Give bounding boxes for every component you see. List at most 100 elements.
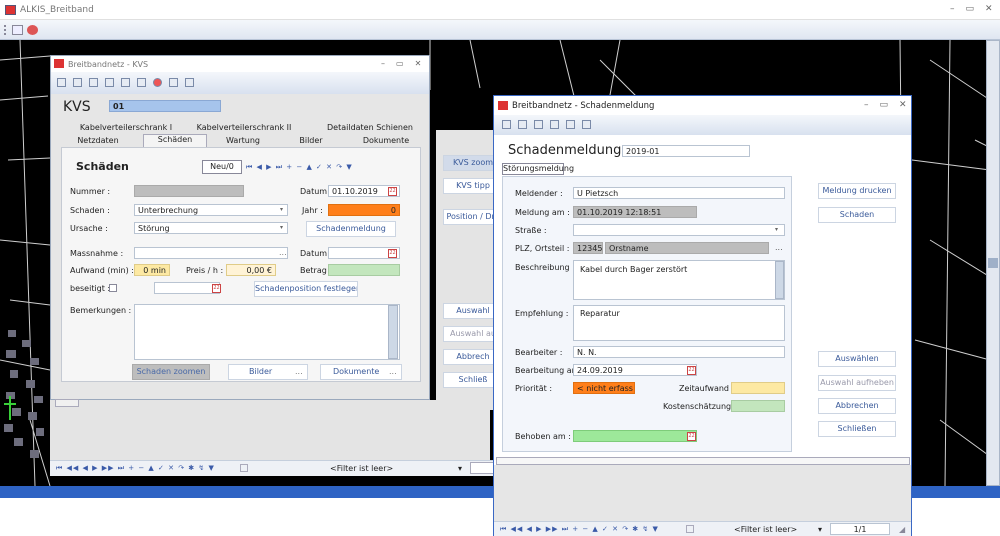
beschreibung-scrollbar[interactable] xyxy=(775,261,784,299)
maximize-icon[interactable]: ▭ xyxy=(396,59,404,68)
kosten-field[interactable] xyxy=(731,400,785,412)
plz-field[interactable]: 12345 xyxy=(573,242,603,254)
table-icon[interactable] xyxy=(12,25,23,35)
chevron-down-icon[interactable]: ▾ xyxy=(280,206,283,213)
bg-filter-dropdown-icon[interactable]: ▾ xyxy=(458,464,462,473)
print-icon[interactable] xyxy=(502,120,511,129)
bg-record-nav[interactable]: ⏮ ◀◀ ◀ ▶ ▶▶ ⏭ + − ▲ ✓ ✕ ↷ ✱ ↯ ▼ xyxy=(56,464,215,473)
aufwand-field[interactable]: 0 min xyxy=(134,264,170,276)
tab-kabelverteilerschrank-1[interactable]: Kabelverteilerschrank I xyxy=(71,123,181,132)
schaden-zoomen-button[interactable]: Schaden zoomen xyxy=(132,364,210,380)
meldung-drucken-button[interactable]: Meldung drucken xyxy=(818,183,896,199)
prioritaet-select[interactable]: < nicht erfass xyxy=(573,382,635,394)
bemerkungen-textarea[interactable] xyxy=(134,304,400,360)
calendar-icon[interactable]: 22 xyxy=(687,432,696,441)
calendar-icon[interactable]: 22 xyxy=(388,249,397,258)
close-icon[interactable]: ✕ xyxy=(899,100,907,110)
sm-id-field[interactable]: 2019-01 xyxy=(622,145,750,157)
ellipsis-icon[interactable]: ... xyxy=(279,248,287,257)
jahr-field[interactable]: 0 xyxy=(328,204,400,216)
save-icon[interactable] xyxy=(73,78,82,87)
schliessen-button[interactable]: Schließen xyxy=(818,421,896,437)
kvs-window-controls[interactable]: – ▭ ✕ xyxy=(381,59,421,68)
filter-checkbox[interactable] xyxy=(686,525,694,533)
resize-grip-icon[interactable]: ◢ xyxy=(899,525,905,534)
minimize-icon[interactable]: – xyxy=(381,59,385,68)
chevron-down-icon[interactable]: ▾ xyxy=(280,224,283,231)
calendar-icon[interactable]: 22 xyxy=(388,187,397,196)
print-preview-icon[interactable] xyxy=(105,78,114,87)
scroll-thumb[interactable] xyxy=(988,258,998,268)
beseitigt-checkbox[interactable] xyxy=(109,284,117,292)
auswahl-aufheben-button[interactable]: Auswahl aufheben xyxy=(818,375,896,391)
ort-field[interactable]: Orstname xyxy=(605,242,769,254)
schaden-button[interactable]: Schaden xyxy=(818,207,896,223)
close-icon[interactable]: ✕ xyxy=(415,59,422,68)
ursache-select[interactable]: Störung xyxy=(134,222,288,234)
export-icon[interactable] xyxy=(534,120,543,129)
prioritaet-label: Priorität : xyxy=(515,384,553,393)
beseitigt-date-field[interactable] xyxy=(154,282,220,294)
print-icon[interactable] xyxy=(89,78,98,87)
screen-icon[interactable] xyxy=(121,78,130,87)
tab-dokumente[interactable]: Dokumente xyxy=(351,136,421,145)
tools-icon[interactable] xyxy=(185,78,194,87)
bemerkungen-scrollbar[interactable] xyxy=(388,305,398,359)
network-icon[interactable] xyxy=(169,78,178,87)
strasse-field[interactable] xyxy=(573,224,785,236)
massnahme-field[interactable] xyxy=(134,247,288,259)
sm-window-controls[interactable]: – ▭ ✕ xyxy=(864,100,907,110)
beschreibung-textarea[interactable]: Kabel durch Bager zerstört xyxy=(573,260,785,300)
chevron-down-icon[interactable]: ▾ xyxy=(818,525,822,534)
sm-horizontal-scrollbar[interactable] xyxy=(496,457,910,465)
abbrechen-button[interactable]: Abbrechen xyxy=(818,398,896,414)
tab-bilder[interactable]: Bilder xyxy=(279,136,343,145)
neu-button[interactable]: Neu/0 xyxy=(202,160,242,174)
chevron-down-icon[interactable]: ▾ xyxy=(775,226,778,233)
tab-netzdaten[interactable]: Netzdaten xyxy=(63,136,133,145)
maximize-icon[interactable]: ▭ xyxy=(966,4,975,14)
tool-icon[interactable] xyxy=(27,25,38,35)
behoben-field[interactable] xyxy=(573,430,697,442)
print-preview-icon[interactable] xyxy=(518,120,527,129)
ellipsis-icon[interactable]: ... xyxy=(775,243,783,252)
kvs-content-panel: Schäden Neu/0 ⏮ ◀ ▶ ⏭ + − ▲ ✓ ✕ ↷ ▼ Numm… xyxy=(61,147,421,382)
auswaehlen-button[interactable]: Auswählen xyxy=(818,351,896,367)
filter-checkbox[interactable] xyxy=(240,464,248,472)
calendar-icon[interactable]: 22 xyxy=(212,284,221,293)
tab-wartung[interactable]: Wartung xyxy=(211,136,275,145)
app-window-controls[interactable]: – ▭ ✕ xyxy=(950,4,993,14)
new-record-icon[interactable] xyxy=(57,78,66,87)
sm-record-nav[interactable]: ⏮ ◀◀ ◀ ▶ ▶▶ ⏭ + − ▲ ✓ ✕ ↷ ✱ ↯ ▼ xyxy=(500,525,659,534)
kvs-horizontal-scrollbar[interactable] xyxy=(55,399,79,407)
zeitaufwand-field[interactable] xyxy=(731,382,785,394)
maximize-icon[interactable]: ▭ xyxy=(880,100,889,110)
tools-icon[interactable] xyxy=(582,120,591,129)
close-icon[interactable]: ✕ xyxy=(985,4,993,14)
tab-schaeden[interactable]: Schäden xyxy=(143,134,207,147)
sm-title: Breitbandnetz - Schadenmeldung xyxy=(512,101,655,111)
bearbeiter-field[interactable]: N. N. xyxy=(573,346,785,358)
tab-stoerungsmeldung[interactable]: Störungsmeldung xyxy=(502,163,574,175)
schadenposition-button[interactable]: Schadenposition festlegen xyxy=(254,281,358,297)
ellipsis-icon[interactable]: ... xyxy=(389,367,397,376)
kvs-record-nav[interactable]: ⏮ ◀ ▶ ⏭ + − ▲ ✓ ✕ ↷ ▼ xyxy=(246,163,353,172)
calendar-icon[interactable]: 22 xyxy=(687,366,696,375)
schadenmeldung-button[interactable]: Schadenmeldung xyxy=(306,221,396,237)
meldender-field[interactable]: U Pietzsch xyxy=(573,187,785,199)
list-icon[interactable] xyxy=(137,78,146,87)
tab-kabelverteilerschrank-2[interactable]: Kabelverteilerschrank II xyxy=(189,123,299,132)
minimize-icon[interactable]: – xyxy=(864,100,869,110)
minimize-icon[interactable]: – xyxy=(950,4,955,14)
chart-icon[interactable] xyxy=(153,78,162,87)
ellipsis-icon[interactable]: ... xyxy=(295,367,303,376)
schaden-select[interactable]: Unterbrechung xyxy=(134,204,288,216)
bearbeitung-field[interactable]: 24.09.2019 xyxy=(573,364,697,376)
kvs-id-field[interactable]: 01 xyxy=(109,100,221,112)
tab-detaildaten-schienen[interactable]: Detaildaten Schienen xyxy=(315,123,425,132)
list-icon[interactable] xyxy=(566,120,575,129)
empfehlung-textarea[interactable]: Reparatur xyxy=(573,305,785,341)
preis-field[interactable]: 0,00 € xyxy=(226,264,276,276)
sm-page-field[interactable]: 1/1 xyxy=(830,523,890,535)
screen-icon[interactable] xyxy=(550,120,559,129)
